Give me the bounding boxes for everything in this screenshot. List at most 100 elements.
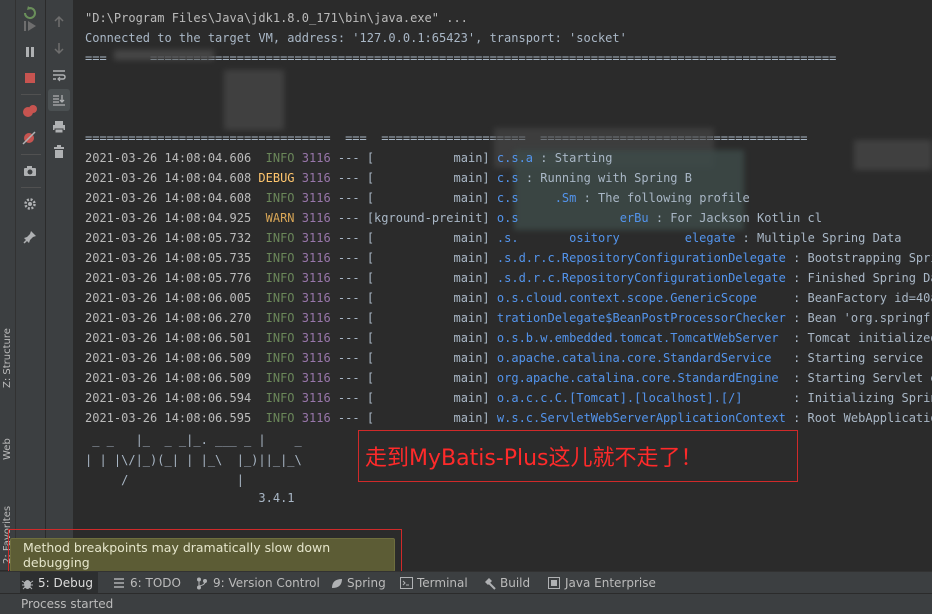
tab-java-enterprise[interactable]: Java Enterprise (547, 572, 656, 594)
tab-build-label: Build (500, 576, 531, 590)
structure-tab[interactable]: Z: Structure (0, 318, 15, 388)
log-separator: --- (337, 151, 360, 165)
clear-all-button[interactable] (48, 141, 70, 163)
log-pid: 3116 (301, 151, 331, 165)
log-line: 2021-03-26 14:08:06.005 INFO 3116 --- [ … (85, 288, 932, 308)
stop-button[interactable] (19, 67, 41, 89)
log-pid: 3116 (301, 231, 331, 245)
tab-todo[interactable]: 6: TODO (112, 572, 181, 594)
log-logger[interactable]: o.s erBu (497, 211, 649, 225)
log-time: 2021-03-26 14:08:04.608 (85, 171, 252, 185)
log-logger[interactable]: c.s (497, 171, 519, 185)
log-level: INFO (258, 271, 295, 285)
log-message: : Root WebApplicationCo (793, 411, 932, 425)
log-pid: 3116 (301, 351, 331, 365)
resume-button[interactable] (19, 15, 41, 37)
vcs-icon (195, 576, 209, 590)
log-logger[interactable]: o.apache.catalina.core.StandardService (497, 351, 786, 365)
log-separator: --- (337, 291, 360, 305)
log-pid: 3116 (301, 251, 331, 265)
log-separator: --- (337, 331, 360, 345)
mute-breakpoints-button[interactable] (19, 127, 41, 149)
log-time: 2021-03-26 14:08:06.594 (85, 391, 252, 405)
log-message: : BeanFactory id=40a6a3 (793, 291, 932, 305)
pause-icon (26, 47, 34, 57)
tab-terminal[interactable]: Terminal (399, 572, 468, 594)
log-line: 2021-03-26 14:08:05.732 INFO 3116 --- [ … (85, 228, 902, 248)
log-level: INFO (258, 391, 295, 405)
tab-build[interactable]: Build (482, 572, 530, 594)
log-logger[interactable]: trationDelegate$BeanPostProcessorChecker (497, 311, 786, 325)
structure-tab-label: Z: Structure (2, 328, 13, 388)
mute-breakpoints-icon (22, 131, 36, 145)
scroll-to-end-icon (53, 95, 65, 106)
log-logger[interactable]: .s. ository elegate (497, 231, 735, 245)
log-pid: 3116 (301, 411, 331, 425)
left-tool-stripe: Z: Structure Web 2: Favorites (0, 0, 16, 570)
soft-wrap-button[interactable] (48, 64, 70, 86)
log-logger[interactable]: o.s.b.w.embedded.tomcat.TomcatWebServer (497, 331, 786, 345)
pin-icon (23, 231, 36, 244)
web-tab[interactable]: Web (0, 418, 15, 460)
redaction-blur (114, 50, 214, 60)
log-thread: [ main] (366, 391, 490, 405)
log-line: 2021-03-26 14:08:04.608 DEBUG 3116 --- [… (85, 168, 692, 188)
log-line: 2021-03-26 14:08:04.608 INFO 3116 --- [ … (85, 188, 750, 208)
log-separator: --- (337, 251, 360, 265)
log-thread: [ main] (366, 271, 490, 285)
log-logger[interactable]: c.s.a (497, 151, 533, 165)
log-separator: --- (337, 191, 360, 205)
log-separator: --- (337, 271, 360, 285)
web-tab-label: Web (2, 438, 13, 460)
console-output[interactable]: "D:\Program Files\Java\jdk1.8.0_171\bin\… (74, 0, 932, 570)
log-level: INFO (258, 151, 295, 165)
view-breakpoints-button[interactable] (19, 100, 41, 122)
console-connected-line: Connected to the target VM, address: '12… (85, 31, 627, 45)
tab-debug[interactable]: 5: Debug (20, 572, 98, 594)
print-button[interactable] (48, 116, 70, 138)
pin-tab-button[interactable] (19, 226, 41, 248)
tab-version-control[interactable]: 9: Version Control (195, 572, 320, 594)
terminal-icon (399, 576, 413, 590)
log-message: : Finished Spring Data (793, 271, 932, 285)
console-toolbar (46, 0, 74, 570)
print-icon (53, 121, 65, 134)
hammer-icon (482, 576, 496, 590)
log-logger[interactable]: .s.d.r.c.RepositoryConfigurationDelegate (497, 251, 786, 265)
log-separator: --- (337, 311, 360, 325)
banner-version: 3.4.1 (85, 491, 295, 505)
log-message: : Initializing Spring e (793, 391, 932, 405)
log-level: INFO (258, 411, 295, 425)
log-logger[interactable]: w.s.c.ServletWebServerApplicationContext (497, 411, 786, 425)
log-separator: --- (337, 411, 360, 425)
log-level: INFO (258, 251, 295, 265)
log-logger[interactable]: org.apache.catalina.core.StandardEngine (497, 371, 786, 385)
notification-balloon[interactable]: Method breakpoints may dramatically slow… (10, 538, 395, 572)
scroll-to-end-button[interactable] (48, 89, 70, 111)
todo-icon (112, 576, 126, 590)
log-thread: [ main] (366, 311, 490, 325)
settings-button[interactable] (19, 193, 41, 215)
pause-button[interactable] (19, 41, 41, 63)
scroll-down-button[interactable] (48, 37, 70, 59)
log-logger[interactable]: c.s .Sm (497, 191, 576, 205)
log-message: : Tomcat initialized wi (793, 331, 932, 345)
log-logger[interactable]: o.a.c.c.C.[Tomcat].[localhost].[/] (497, 391, 786, 405)
log-thread: [ main] (366, 231, 490, 245)
tab-spring[interactable]: Spring (329, 572, 386, 594)
log-line: 2021-03-26 14:08:06.270 INFO 3116 --- [ … (85, 308, 932, 328)
log-line: 2021-03-26 14:08:06.595 INFO 3116 --- [ … (85, 408, 932, 428)
tab-todo-label: 6: TODO (130, 576, 181, 590)
banner-line: / | (85, 473, 244, 487)
log-logger[interactable]: o.s.cloud.context.scope.GenericScope (497, 291, 786, 305)
log-message: : Starting service [Tom (793, 351, 932, 365)
resume-icon (24, 21, 36, 31)
scroll-up-button[interactable] (48, 11, 70, 33)
log-line: 2021-03-26 14:08:05.776 INFO 3116 --- [ … (85, 268, 932, 288)
log-logger[interactable]: .s.d.r.c.RepositoryConfigurationDelegate (497, 271, 786, 285)
log-time: 2021-03-26 14:08:06.501 (85, 331, 252, 345)
log-pid: 3116 (301, 271, 331, 285)
log-separator: --- (337, 171, 360, 185)
log-time: 2021-03-26 14:08:04.925 (85, 211, 252, 225)
snapshot-button[interactable] (19, 160, 41, 182)
